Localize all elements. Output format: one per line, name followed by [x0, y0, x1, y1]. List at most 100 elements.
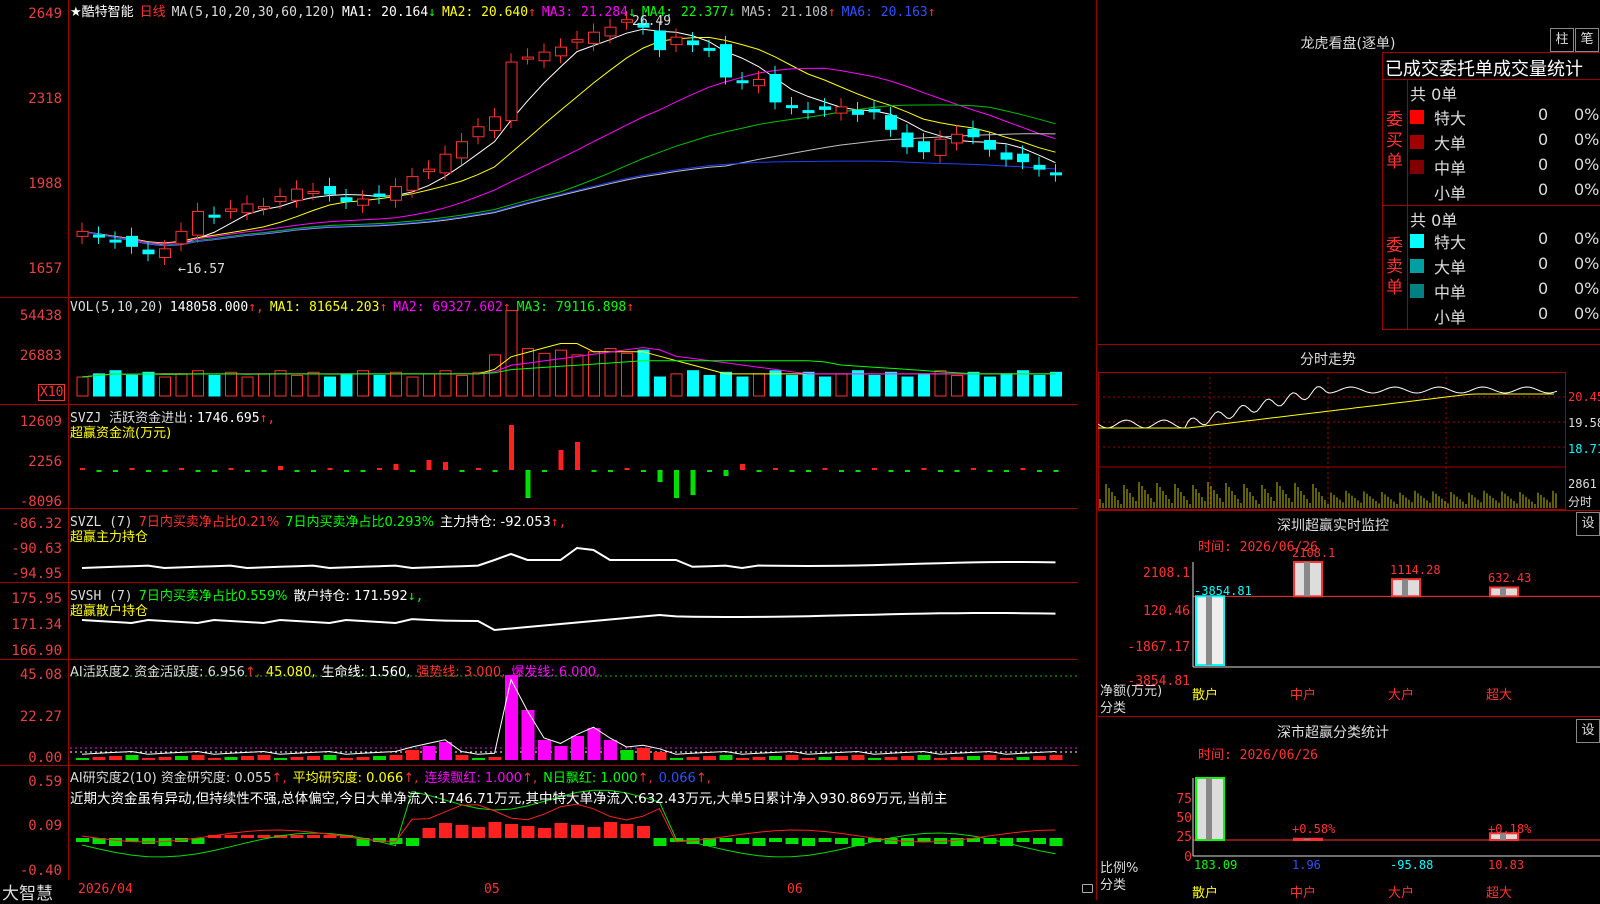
period-label[interactable]: 日线	[140, 5, 166, 20]
volume-bar	[307, 371, 320, 397]
candle-body[interactable]	[208, 214, 221, 218]
candle-body[interactable]	[258, 205, 270, 209]
candle-body[interactable]	[93, 234, 105, 238]
research-bar	[538, 828, 551, 838]
candle-body[interactable]	[142, 249, 155, 255]
candle-body[interactable]	[951, 133, 963, 144]
candle-body[interactable]	[109, 239, 122, 243]
activity-bar	[92, 757, 106, 760]
candle-body[interactable]	[703, 47, 716, 51]
candle-body[interactable]	[126, 235, 138, 247]
candle-body[interactable]	[786, 105, 798, 109]
candle-body[interactable]	[472, 126, 485, 138]
x-axis-date: 2026/04	[78, 882, 133, 897]
svzl-subtitle: 超赢主力持仓	[70, 530, 149, 545]
volume-bar	[934, 370, 947, 397]
candle-body[interactable]	[571, 39, 584, 43]
candle-body[interactable]	[373, 193, 386, 198]
candle-body[interactable]	[852, 110, 864, 115]
candle-body[interactable]	[307, 191, 320, 195]
volume-bar	[621, 352, 633, 397]
volume-bar	[852, 370, 864, 397]
candle-body[interactable]	[819, 106, 831, 110]
candle-body[interactable]	[984, 139, 996, 150]
candle-body[interactable]	[192, 210, 204, 236]
candle-body[interactable]	[720, 44, 732, 78]
activity-bar	[125, 755, 139, 760]
candle-body[interactable]	[175, 230, 188, 245]
ss-y-label: 25	[1176, 830, 1192, 845]
candle-body[interactable]	[555, 46, 567, 57]
activity-bar	[587, 728, 601, 760]
candle-body[interactable]	[241, 203, 254, 214]
candle-body[interactable]	[1050, 172, 1062, 176]
candle-body[interactable]	[159, 248, 171, 259]
candle-body[interactable]	[225, 208, 237, 212]
candle-body[interactable]	[967, 128, 980, 138]
volume-bar	[456, 374, 468, 397]
activity-bar	[274, 758, 287, 760]
order-size-label: 中单	[1434, 283, 1467, 302]
candle-body[interactable]	[621, 19, 633, 23]
ma-line-4	[81, 104, 1056, 246]
candle-body[interactable]	[934, 138, 947, 156]
candle-body[interactable]	[505, 61, 518, 122]
research-bar	[307, 835, 320, 838]
stock-name[interactable]: ★酷特智能	[70, 5, 134, 20]
vol-params: VOL(5,10,20)	[70, 300, 164, 315]
candle-body[interactable]	[769, 74, 782, 103]
ss-category-label: 超大	[1486, 886, 1513, 901]
candle-body[interactable]	[456, 141, 468, 159]
candle-body[interactable]	[1000, 152, 1013, 160]
tick-view-button[interactable]: 笔	[1575, 28, 1599, 52]
candle-body[interactable]	[670, 36, 683, 46]
fund-flow-bar	[624, 468, 630, 470]
order-size-label: 特大	[1434, 233, 1467, 252]
app-logo[interactable]: 大智慧	[2, 879, 53, 904]
candle-body[interactable]	[423, 168, 435, 173]
candle-body[interactable]	[538, 51, 551, 62]
fund-flow-bar	[377, 468, 382, 470]
candle-body[interactable]	[901, 132, 914, 148]
candle-body[interactable]	[654, 30, 666, 51]
activity-bar	[637, 748, 650, 760]
main-chart-area[interactable]: ★酷特智能 日线 MA(5,10,20,30,60,120) MA1: 20.164↓…	[0, 0, 1097, 904]
candle-body[interactable]	[76, 230, 89, 237]
fund-flow-bar	[756, 470, 762, 472]
lock-icon[interactable]	[1082, 884, 1093, 893]
activity-bar	[472, 758, 485, 760]
candle-body[interactable]	[291, 188, 303, 201]
candle-body[interactable]	[324, 186, 336, 195]
candle-body[interactable]	[687, 40, 699, 46]
candle-body[interactable]	[868, 108, 881, 113]
volume-bar	[76, 376, 89, 397]
candle-body[interactable]	[489, 116, 501, 132]
candle-body[interactable]	[588, 31, 600, 44]
sell-side-label: 委卖单	[1386, 236, 1403, 298]
candle-body[interactable]	[274, 196, 287, 202]
candle-body[interactable]	[522, 56, 534, 60]
candle-body[interactable]	[835, 106, 848, 114]
fs-chart-svg[interactable]	[1098, 372, 1566, 510]
research-bar	[1033, 838, 1046, 844]
candle-body[interactable]	[390, 186, 402, 201]
candle-body[interactable]	[753, 78, 765, 87]
candle-body[interactable]	[736, 80, 749, 84]
candle-body[interactable]	[1033, 164, 1046, 170]
bar-view-button[interactable]: 柱	[1550, 28, 1574, 52]
candle-body[interactable]	[802, 110, 815, 114]
candle-body[interactable]	[885, 115, 897, 130]
panel-divider	[0, 508, 1078, 509]
candle-body[interactable]	[340, 197, 353, 202]
sz-bar-shade	[1304, 562, 1310, 597]
candle-body[interactable]	[604, 26, 617, 37]
fund-flow-bar	[740, 464, 745, 470]
activity-bar	[620, 750, 634, 760]
order-count: 0	[1538, 254, 1549, 273]
candle-body[interactable]	[357, 198, 369, 206]
candle-body[interactable]	[1017, 153, 1029, 163]
fund-flow-bar	[773, 468, 778, 470]
candle-body[interactable]	[918, 141, 930, 153]
candle-body[interactable]	[439, 153, 452, 174]
candle-body[interactable]	[406, 176, 419, 191]
